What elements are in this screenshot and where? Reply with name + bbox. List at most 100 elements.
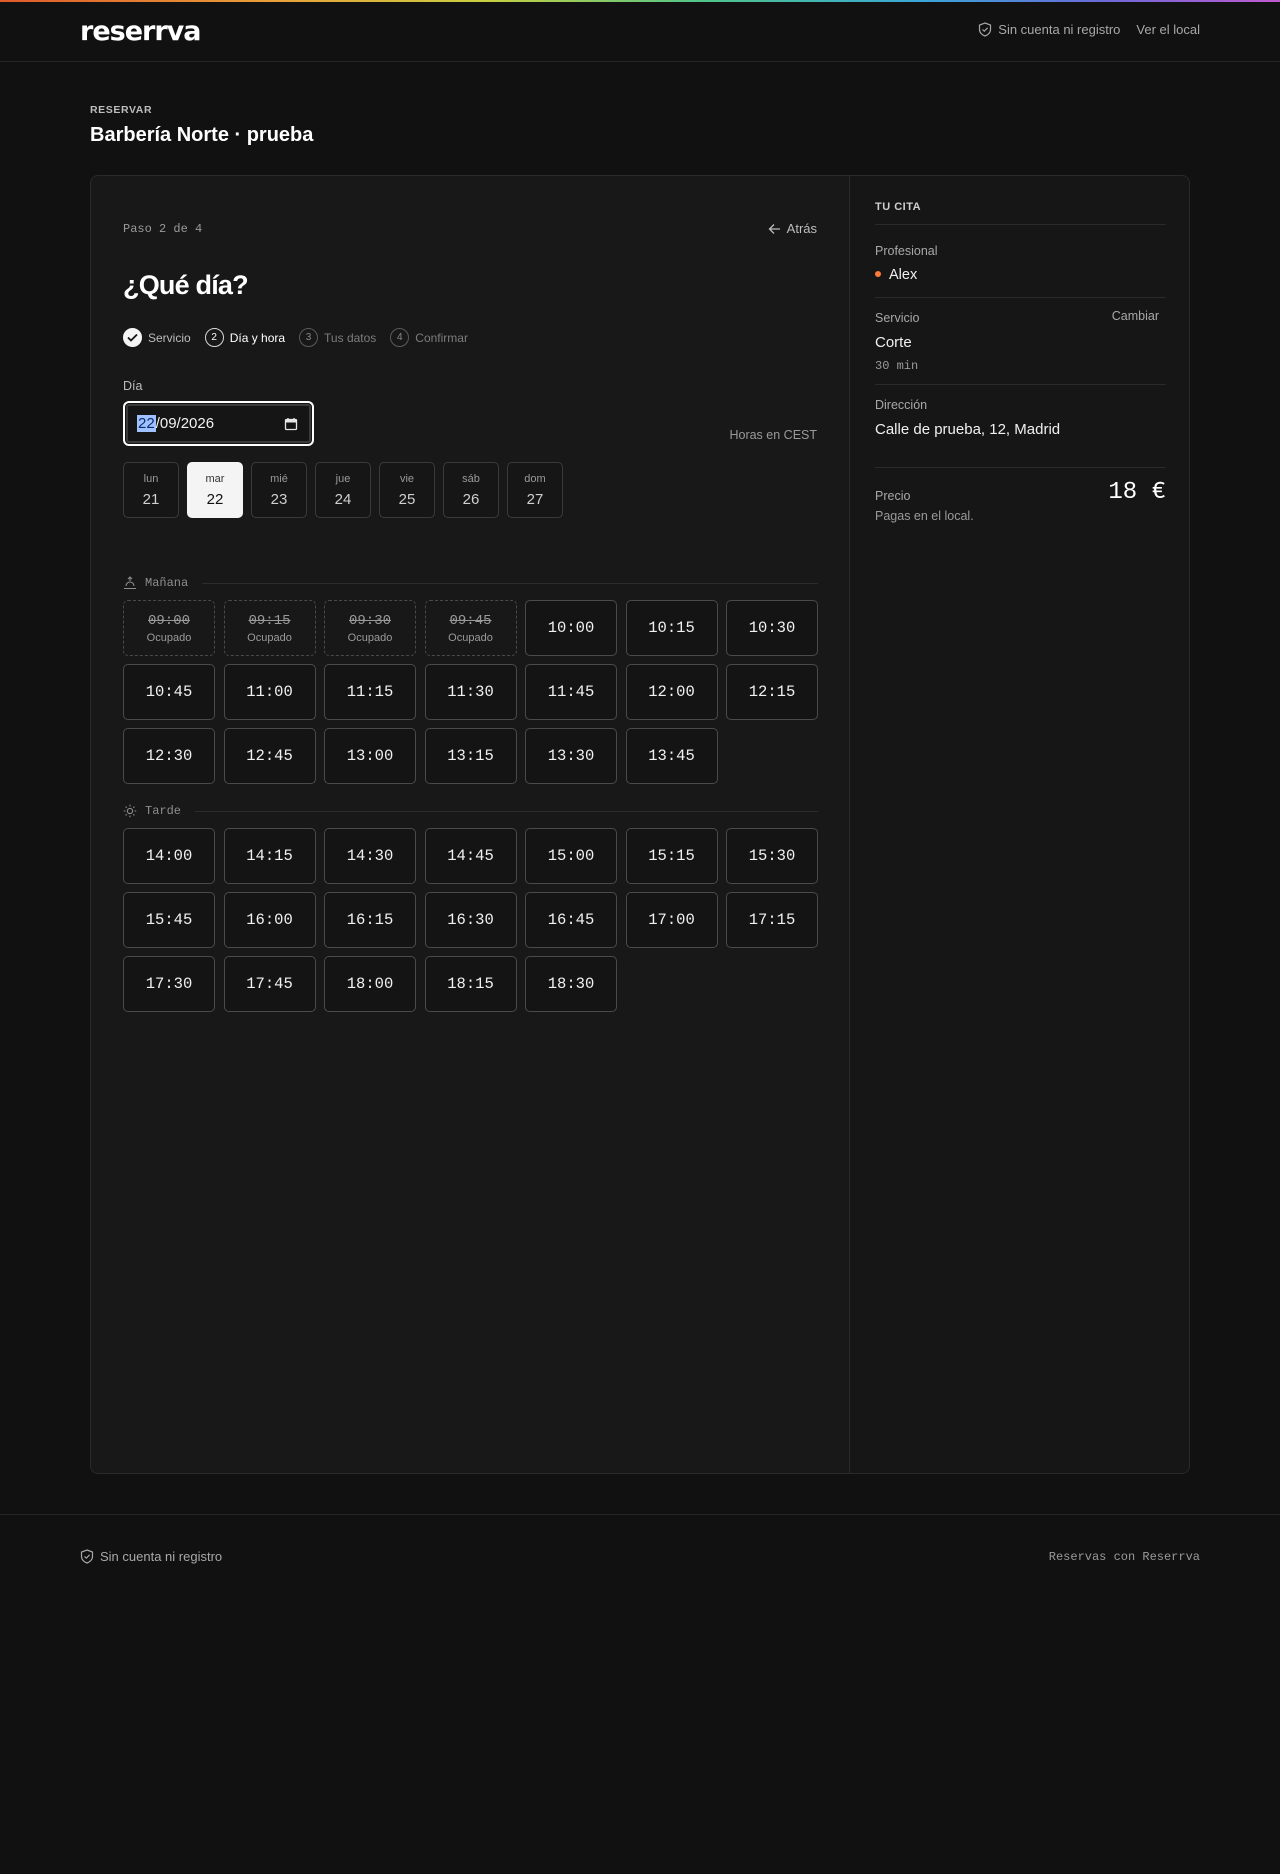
service-label: Servicio	[875, 311, 920, 325]
day-option-23[interactable]: mié 23	[251, 462, 307, 518]
time-slot[interactable]: 12:45	[223, 728, 316, 784]
time-slot[interactable]: 18:15	[424, 956, 517, 1012]
slot-time: 09:45	[449, 612, 492, 629]
morning-slots-grid: 09:00 Ocupado 09:15 Ocupado 09:30 Ocupado 09:4…	[123, 600, 818, 784]
day-option-26[interactable]: sáb 26	[443, 462, 499, 518]
time-slot[interactable]: 18:00	[324, 956, 416, 1012]
day-number: 25	[398, 490, 416, 508]
time-slot[interactable]: 13:30	[525, 728, 617, 784]
divider	[875, 467, 1166, 468]
page-title: Barbería Norte · prueba	[90, 124, 314, 146]
time-slot[interactable]: 11:30	[424, 664, 517, 720]
day-option-22[interactable]: mar 22	[187, 462, 243, 518]
time-slot[interactable]: 11:45	[525, 664, 617, 720]
change-service-button[interactable]: Cambiar	[1112, 309, 1159, 323]
time-slot[interactable]: 13:45	[625, 728, 718, 784]
calendar-icon[interactable]	[284, 417, 298, 431]
time-slot[interactable]: 16:45	[525, 892, 617, 948]
time-slot[interactable]: 13:00	[324, 728, 416, 784]
day-number: 23	[270, 490, 288, 508]
time-slot[interactable]: 10:30	[726, 600, 818, 656]
date-input[interactable]: 22/09/2026	[123, 401, 314, 446]
time-slot[interactable]: 14:00	[123, 828, 215, 884]
time-slot[interactable]: 16:00	[223, 892, 316, 948]
time-slot[interactable]: 14:15	[223, 828, 316, 884]
time-slot[interactable]: 10:15	[625, 600, 718, 656]
time-slot[interactable]: 16:15	[324, 892, 416, 948]
no-account-badge: Sin cuenta ni registro	[978, 22, 1120, 37]
address-value: Calle de prueba, 12, Madrid	[875, 421, 1061, 438]
footer-powered-by[interactable]: Reservas con Reserrva	[1049, 1550, 1200, 1564]
time-slot[interactable]: 18:30	[525, 956, 617, 1012]
step-question: ¿Qué día?	[123, 270, 249, 300]
time-slot[interactable]: 15:15	[625, 828, 718, 884]
time-slot[interactable]: 15:45	[123, 892, 215, 948]
time-slot[interactable]: 11:15	[324, 664, 416, 720]
payment-note: Pagas en el local.	[875, 509, 974, 523]
slot-time: 17:30	[145, 975, 193, 993]
slot-time: 12:45	[246, 747, 293, 765]
step-number: 4	[390, 328, 410, 347]
slot-time: 11:15	[346, 683, 394, 701]
time-slot[interactable]: 11:00	[223, 664, 316, 720]
time-slot[interactable]: 10:00	[525, 600, 617, 656]
professional-value: Alex	[875, 267, 917, 283]
nav-right: Sin cuenta ni registro Ver el local	[978, 22, 1200, 37]
day-option-21[interactable]: lun 21	[123, 462, 179, 518]
sunrise-icon	[124, 576, 136, 590]
logo[interactable]: reserrva	[80, 16, 201, 47]
date-month-segment[interactable]: 09	[160, 415, 177, 432]
slot-time: 10:15	[648, 619, 695, 637]
slot-time: 12:15	[748, 683, 796, 701]
slot-time: 17:15	[748, 911, 796, 929]
slot-time: 14:00	[145, 847, 193, 865]
time-slot-busy: 09:30 Ocupado	[324, 600, 416, 656]
time-slot[interactable]: 12:15	[726, 664, 818, 720]
time-slot[interactable]: 17:15	[726, 892, 818, 948]
day-name: mar	[205, 472, 225, 485]
step-label: Día y hora	[229, 330, 286, 345]
back-button[interactable]: Atrás	[768, 221, 817, 236]
divider	[875, 224, 1166, 225]
price-value: 18 €	[1108, 479, 1166, 506]
view-local-link[interactable]: Ver el local	[1136, 22, 1200, 37]
time-slot[interactable]: 14:45	[424, 828, 517, 884]
time-slot[interactable]: 12:30	[123, 728, 215, 784]
time-slot[interactable]: 15:00	[525, 828, 617, 884]
slot-time: 14:45	[447, 847, 494, 865]
time-slot[interactable]: 17:45	[223, 956, 316, 1012]
day-number: 22	[206, 490, 224, 508]
time-slot[interactable]: 17:00	[625, 892, 718, 948]
day-number: 21	[142, 490, 160, 508]
service-value: Corte	[875, 334, 912, 351]
slot-time: 11:30	[447, 683, 494, 701]
status-dot	[875, 271, 881, 278]
step-date-time: 2 Día y hora	[204, 328, 286, 347]
time-slot[interactable]: 17:30	[123, 956, 215, 1012]
time-slot[interactable]: 12:00	[625, 664, 718, 720]
professional-name: Alex	[889, 267, 918, 283]
day-option-24[interactable]: jue 24	[315, 462, 371, 518]
day-option-27[interactable]: dom 27	[507, 462, 563, 518]
day-field-label: Día	[123, 379, 143, 393]
date-year-segment[interactable]: 2026	[181, 415, 214, 432]
date-day-segment[interactable]: 22	[137, 415, 156, 432]
slot-time: 15:45	[145, 911, 193, 929]
time-slot[interactable]: 15:30	[726, 828, 818, 884]
slot-busy-label: Ocupado	[347, 631, 393, 644]
afternoon-slots-grid: 14:00 14:15 14:30 14:45 15:00 15:15 15:30 15:45…	[123, 828, 818, 1012]
step-label: Confirmar	[415, 330, 468, 345]
footer-no-account: Sin cuenta ni registro	[80, 1549, 222, 1564]
slot-time: 15:15	[648, 847, 695, 865]
booking-main-panel: Paso 2 de 4 Atrás ¿Qué día? Servicio 2 D…	[91, 176, 850, 1473]
step-label: Servicio	[148, 330, 191, 345]
day-option-25[interactable]: vie 25	[379, 462, 435, 518]
back-label: Atrás	[786, 221, 817, 236]
day-name: mié	[270, 472, 288, 485]
slot-time: 15:00	[547, 847, 595, 865]
time-slot[interactable]: 16:30	[424, 892, 517, 948]
time-slot[interactable]: 13:15	[424, 728, 517, 784]
slot-time: 14:30	[346, 847, 394, 865]
time-slot[interactable]: 14:30	[324, 828, 416, 884]
time-slot[interactable]: 10:45	[123, 664, 215, 720]
